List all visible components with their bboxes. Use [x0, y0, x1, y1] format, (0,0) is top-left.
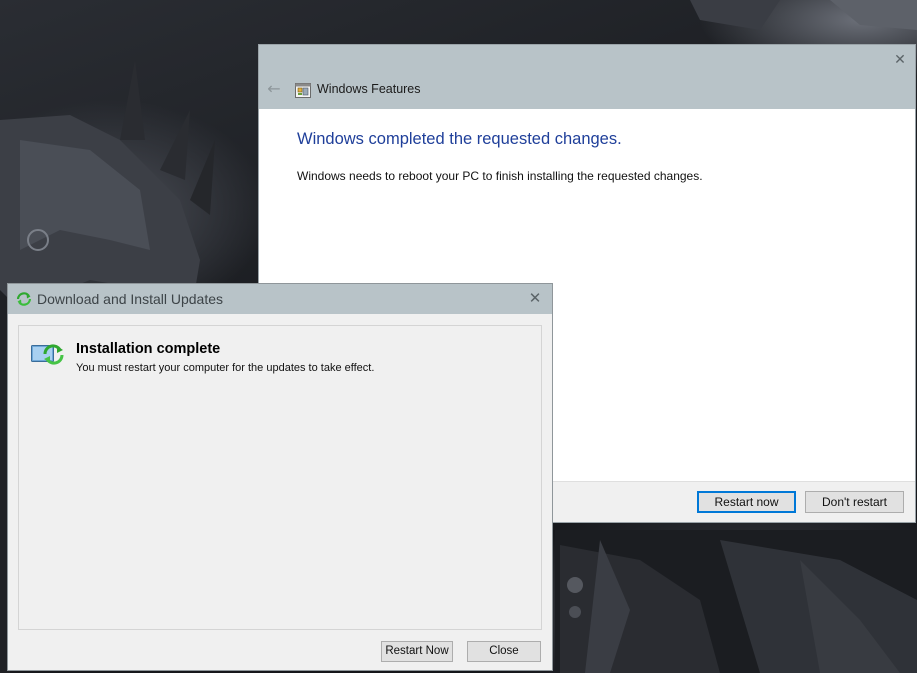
back-arrow-icon[interactable]: ← [265, 80, 283, 98]
download-install-updates-dialog: Download and Install Updates ✕ Installat… [7, 283, 553, 671]
restart-now-button[interactable]: Restart now [697, 491, 796, 513]
window-title: Windows Features [317, 82, 421, 96]
window-title: Download and Install Updates [37, 291, 224, 307]
windows-features-icon [295, 83, 311, 98]
windows-update-small-icon [16, 292, 32, 306]
restart-now-button[interactable]: Restart Now [381, 641, 453, 662]
close-button[interactable]: Close [467, 641, 541, 662]
installation-heading: Installation complete [76, 341, 221, 357]
updates-titlebar[interactable]: Download and Install Updates ✕ [8, 284, 552, 314]
close-icon[interactable]: ✕ [891, 51, 909, 69]
windows-features-titlebar[interactable]: ✕ ← Windows Features [259, 45, 915, 109]
completion-heading: Windows completed the requested changes. [297, 130, 622, 148]
restart-message: You must restart your computer for the u… [76, 362, 375, 374]
windows-update-icon [31, 344, 64, 365]
reboot-message: Windows needs to reboot your PC to finis… [297, 169, 703, 183]
status-panel: Installation complete You must restart y… [18, 325, 542, 630]
close-icon[interactable]: ✕ [526, 289, 544, 307]
dont-restart-button[interactable]: Don't restart [805, 491, 904, 513]
